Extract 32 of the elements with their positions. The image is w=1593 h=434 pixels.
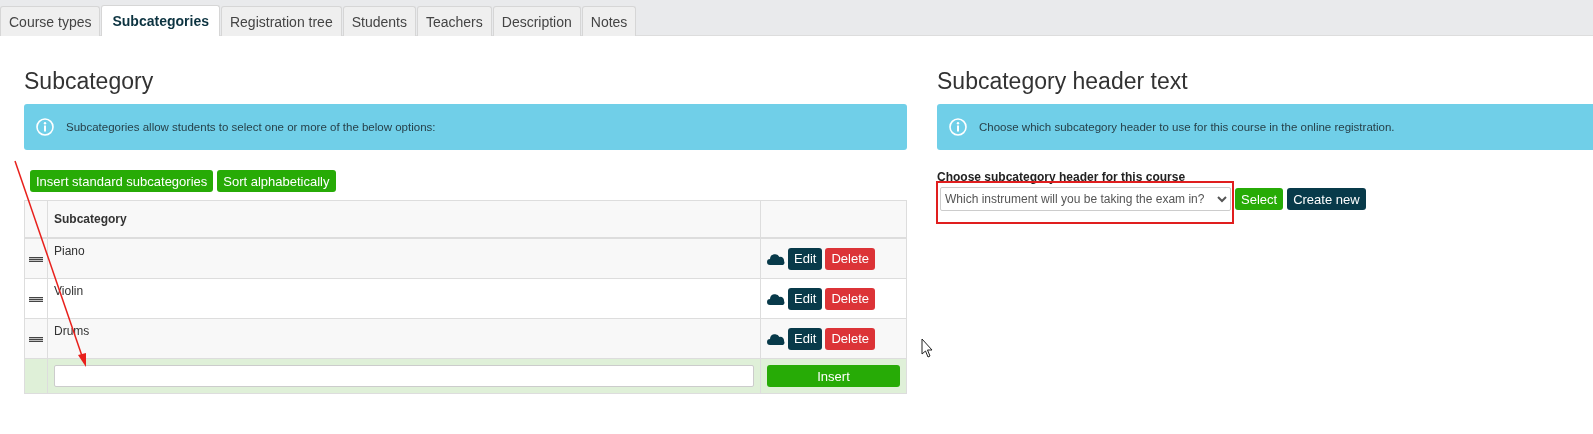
tab[interactable]: Description: [492, 6, 581, 36]
section-title: Subcategory: [24, 67, 155, 95]
delete-button[interactable]: Delete: [825, 327, 875, 350]
header-dropdown[interactable]: Which instrument will you be taking the exam in?: [940, 187, 1231, 211]
edit-button[interactable]: Edit: [788, 287, 823, 310]
info-text: Subcategories allow students to select one or more of the below options:: [66, 121, 436, 133]
edit-button[interactable]: Edit: [788, 247, 823, 270]
table-cell: Piano: [47, 238, 761, 279]
info-text: Choose which subcategory header to use for this course in the online registration.: [979, 121, 1395, 133]
cloud-icon[interactable]: [767, 252, 785, 265]
delete-button[interactable]: Delete: [825, 287, 875, 310]
drag-handle-icon[interactable]: [29, 256, 43, 262]
tab[interactable]: Notes: [581, 6, 637, 36]
tab[interactable]: Registration tree: [220, 6, 342, 36]
section-title: Subcategory header text: [937, 67, 1189, 95]
input-field[interactable]: [54, 365, 754, 387]
cloud-icon[interactable]: [767, 332, 785, 345]
drag-handle-icon[interactable]: [29, 296, 43, 302]
tab[interactable]: Subcategories: [101, 5, 220, 36]
column-header: Subcategory: [47, 200, 761, 238]
mouse-cursor-icon: [921, 338, 933, 358]
delete-button[interactable]: Delete: [825, 247, 875, 270]
tab[interactable]: Teachers: [416, 6, 492, 36]
cloud-icon[interactable]: [767, 292, 785, 305]
edit-button[interactable]: Edit: [788, 327, 823, 350]
field-label: Choose subcategory header for this course: [937, 170, 1187, 184]
info-icon: [36, 118, 54, 136]
tab[interactable]: Students: [342, 6, 416, 36]
action-button[interactable]: Create new: [1287, 188, 1366, 210]
drag-handle-icon[interactable]: [29, 336, 43, 342]
info-icon: [949, 118, 967, 136]
tab[interactable]: Course types: [0, 6, 101, 36]
